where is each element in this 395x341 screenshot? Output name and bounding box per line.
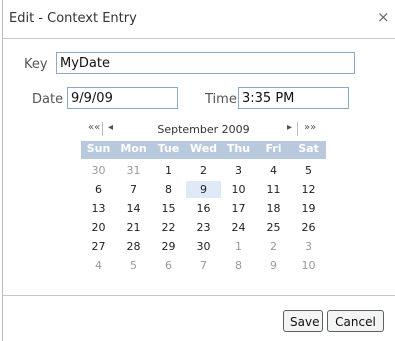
calendar-day[interactable]: 6 <box>81 181 116 198</box>
calendar-day[interactable]: 30 <box>186 238 221 255</box>
key-input[interactable] <box>56 52 355 74</box>
calendar-day[interactable]: 27 <box>81 238 116 255</box>
dialog-left-edge <box>2 0 3 341</box>
calendar-day[interactable]: 9 <box>256 257 291 274</box>
date-input[interactable] <box>67 87 178 109</box>
calendar-day[interactable]: 1 <box>221 238 256 255</box>
cancel-button[interactable]: Cancel <box>327 310 384 332</box>
save-button[interactable]: Save <box>283 310 323 332</box>
next-year-icon[interactable]: »» <box>304 122 316 133</box>
calendar-day[interactable]: 5 <box>291 162 326 179</box>
next-month-icon[interactable]: ▸ <box>287 122 292 133</box>
calendar-day[interactable]: 10 <box>221 181 256 198</box>
nav-divider <box>297 122 298 136</box>
date-picker-calendar: «« ◂ September 2009 ▸ »» Sun Mon Tue Wed… <box>81 120 326 281</box>
calendar-day[interactable]: 11 <box>256 181 291 198</box>
weekday-label: Wed <box>189 142 218 155</box>
calendar-day[interactable]: 2 <box>186 162 221 179</box>
calendar-day[interactable]: 12 <box>291 181 326 198</box>
calendar-day[interactable]: 16 <box>186 200 221 217</box>
calendar-day[interactable]: 14 <box>116 200 151 217</box>
calendar-day[interactable]: 28 <box>116 238 151 255</box>
edit-context-entry-dialog: Edit - Context Entry × Key Date Time «« … <box>0 0 395 341</box>
calendar-day[interactable]: 8 <box>221 257 256 274</box>
weekday-label: Mon <box>120 142 147 155</box>
weekday-label: Sat <box>298 142 319 155</box>
close-icon[interactable]: × <box>377 8 390 26</box>
button-bar-divider <box>3 295 395 296</box>
calendar-day[interactable]: 3 <box>221 162 256 179</box>
calendar-day[interactable]: 24 <box>221 219 256 236</box>
dialog-title: Edit - Context Entry <box>9 11 137 26</box>
calendar-day[interactable]: 13 <box>81 200 116 217</box>
calendar-day[interactable]: 7 <box>186 257 221 274</box>
calendar-day[interactable]: 22 <box>151 219 186 236</box>
title-divider <box>3 38 395 39</box>
calendar-day[interactable]: 19 <box>291 200 326 217</box>
weekday-header-row: Sun Mon Tue Wed Thu Fri Sat <box>81 141 326 159</box>
calendar-day[interactable]: 1 <box>151 162 186 179</box>
calendar-day-selected[interactable]: 9 <box>186 181 221 198</box>
weekday-label: Sun <box>86 142 111 155</box>
key-label: Key <box>24 57 48 72</box>
date-label: Date <box>32 92 64 107</box>
calendar-day[interactable]: 3 <box>291 238 326 255</box>
calendar-day[interactable]: 10 <box>291 257 326 274</box>
weekday-label: Fri <box>265 142 282 155</box>
calendar-day[interactable]: 4 <box>256 162 291 179</box>
calendar-day[interactable]: 2 <box>256 238 291 255</box>
time-input[interactable] <box>238 87 349 109</box>
calendar-day[interactable]: 8 <box>151 181 186 198</box>
calendar-day[interactable]: 20 <box>81 219 116 236</box>
calendar-day[interactable]: 15 <box>151 200 186 217</box>
weekday-label: Tue <box>157 142 180 155</box>
calendar-day[interactable]: 18 <box>256 200 291 217</box>
calendar-day[interactable]: 31 <box>116 162 151 179</box>
calendar-day[interactable]: 6 <box>151 257 186 274</box>
calendar-day[interactable]: 4 <box>81 257 116 274</box>
calendar-day[interactable]: 23 <box>186 219 221 236</box>
calendar-day[interactable]: 5 <box>116 257 151 274</box>
calendar-day[interactable]: 17 <box>221 200 256 217</box>
weekday-label: Thu <box>226 142 251 155</box>
calendar-day[interactable]: 25 <box>256 219 291 236</box>
dialog-titlebar: Edit - Context Entry × <box>3 0 395 38</box>
calendar-day[interactable]: 7 <box>116 181 151 198</box>
calendar-day[interactable]: 30 <box>81 162 116 179</box>
calendar-day[interactable]: 21 <box>116 219 151 236</box>
calendar-day[interactable]: 26 <box>291 219 326 236</box>
calendar-day[interactable]: 29 <box>151 238 186 255</box>
time-label: Time <box>205 92 237 107</box>
calendar-header: «« ◂ September 2009 ▸ »» <box>81 120 326 140</box>
